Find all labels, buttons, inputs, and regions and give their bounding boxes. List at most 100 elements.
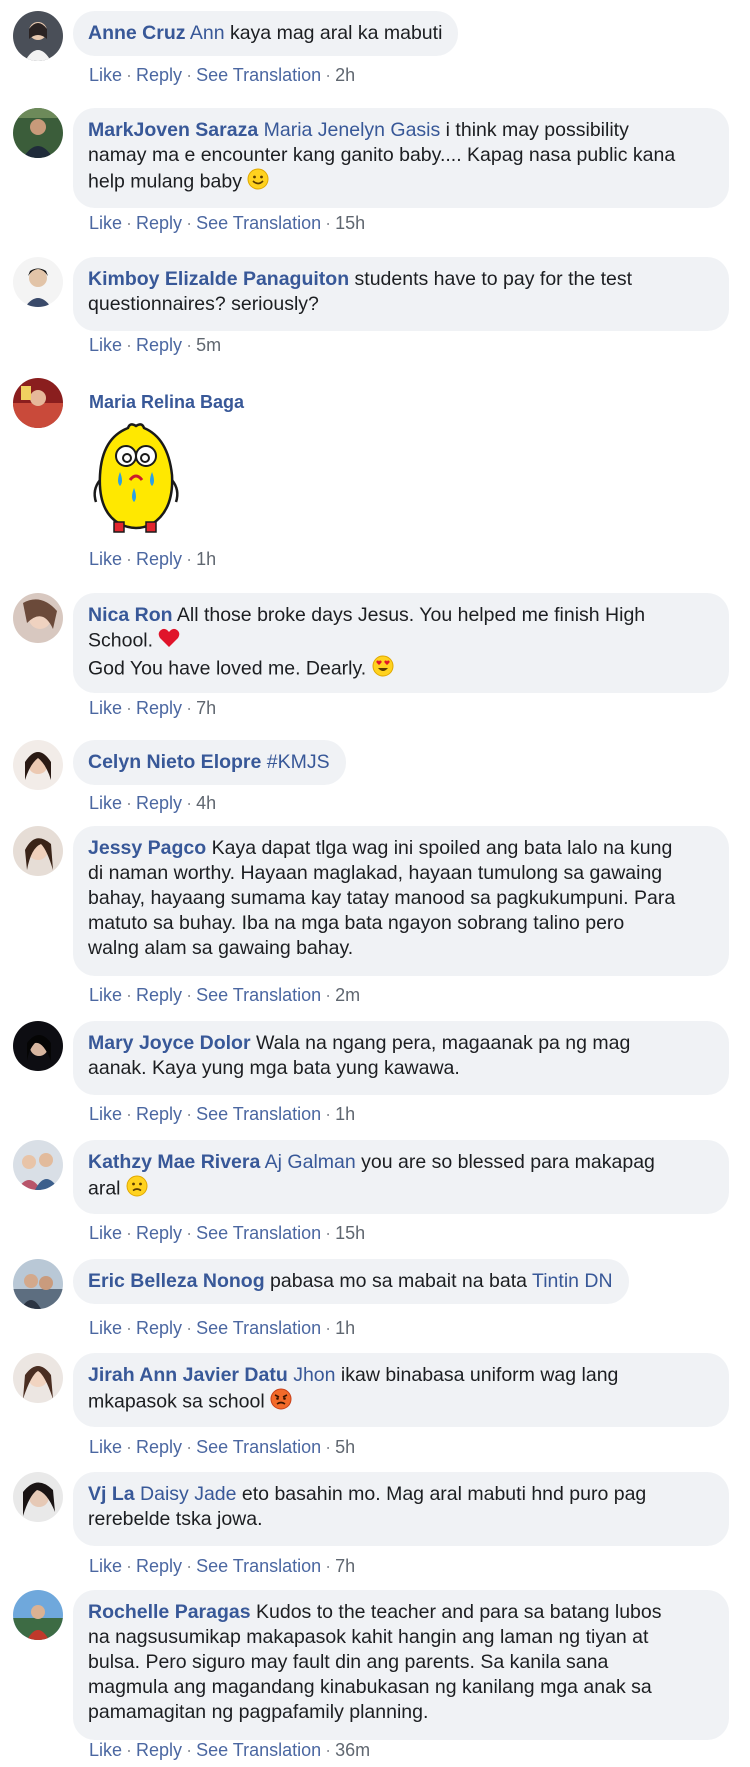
reply-link[interactable]: Reply — [136, 213, 182, 233]
like-link[interactable]: Like — [89, 793, 122, 813]
reply-link[interactable]: Reply — [136, 1223, 182, 1243]
timestamp[interactable]: 1h — [335, 1318, 355, 1338]
comment-mention[interactable]: Daisy Jade — [140, 1483, 236, 1505]
comment-mention[interactable]: Maria Jenelyn Gasis — [264, 119, 441, 141]
comment-author[interactable]: Rochelle Paragas — [88, 1601, 251, 1623]
comment-author[interactable]: Celyn Nieto Elopre — [88, 751, 261, 773]
reply-link[interactable]: Reply — [136, 793, 182, 813]
like-link[interactable]: Like — [89, 1223, 122, 1243]
reply-link[interactable]: Reply — [136, 1437, 182, 1457]
comment-author[interactable]: Jessy Pagco — [88, 837, 206, 859]
comment-actions: Like · Reply · See Translation · 1h — [89, 1104, 356, 1124]
slightly-frowning-emoji-icon — [126, 1175, 148, 1204]
comment-text: pabasa mo sa mabait na bata — [264, 1270, 533, 1292]
comment-text: mkapasok sa school — [88, 1390, 265, 1413]
like-link[interactable]: Like — [89, 985, 122, 1005]
comment-author[interactable]: Eric Belleza Nonog — [88, 1270, 265, 1292]
reply-link[interactable]: Reply — [136, 549, 182, 569]
comment-author[interactable]: Kathzy Mae Rivera — [88, 1151, 260, 1173]
timestamp[interactable]: 2h — [335, 65, 355, 85]
comment-author[interactable]: Vj La — [88, 1483, 135, 1505]
timestamp[interactable]: 36m — [335, 1740, 370, 1760]
see-translation-link[interactable]: See Translation — [196, 1223, 321, 1243]
see-translation-link[interactable]: See Translation — [196, 1437, 321, 1457]
see-translation-link[interactable]: See Translation — [196, 1318, 321, 1338]
see-translation-link[interactable]: See Translation — [196, 1104, 321, 1124]
comment-author[interactable]: Mary Joyce Dolor — [88, 1032, 251, 1054]
comment-author[interactable]: Maria Relina Baga — [89, 392, 244, 413]
like-link[interactable]: Like — [89, 1318, 122, 1338]
timestamp[interactable]: 5m — [196, 335, 221, 355]
comment-bubble: Rochelle Paragas Kudos to the teacher an… — [73, 1590, 729, 1740]
comment-author[interactable]: Anne Cruz — [88, 22, 186, 44]
timestamp[interactable]: 15h — [335, 213, 365, 233]
reply-link[interactable]: Reply — [136, 1740, 182, 1760]
timestamp[interactable]: 7h — [335, 1556, 355, 1576]
avatar[interactable] — [13, 1590, 63, 1640]
avatar[interactable] — [13, 593, 63, 643]
comment-mention[interactable]: Jhon — [293, 1364, 335, 1386]
avatar[interactable] — [13, 257, 63, 307]
like-link[interactable]: Like — [89, 1437, 122, 1457]
reply-link[interactable]: Reply — [136, 698, 182, 718]
comment-mention[interactable]: Aj Galman — [265, 1151, 356, 1173]
comment-actions: Like · Reply · See Translation · 15h — [89, 213, 366, 233]
see-translation-link[interactable]: See Translation — [196, 1740, 321, 1760]
timestamp[interactable]: 1h — [335, 1104, 355, 1124]
comment-mention[interactable]: Tintin DN — [532, 1270, 613, 1292]
comment-bubble: Jessy Pagco Kaya dapat tlga wag ini spoi… — [73, 826, 729, 976]
timestamp[interactable]: 7h — [196, 698, 216, 718]
like-link[interactable]: Like — [89, 1104, 122, 1124]
hashtag-link[interactable]: #KMJS — [267, 751, 330, 773]
timestamp[interactable]: 15h — [335, 1223, 365, 1243]
timestamp[interactable]: 2m — [335, 985, 360, 1005]
reply-link[interactable]: Reply — [136, 1104, 182, 1124]
avatar[interactable] — [13, 108, 63, 158]
reply-link[interactable]: Reply — [136, 1556, 182, 1576]
avatar[interactable] — [13, 826, 63, 876]
reply-link[interactable]: Reply — [136, 335, 182, 355]
timestamp[interactable]: 5h — [335, 1437, 355, 1457]
see-translation-link[interactable]: See Translation — [196, 985, 321, 1005]
comment-author[interactable]: Nica Ron — [88, 604, 173, 626]
timestamp[interactable]: 1h — [196, 549, 216, 569]
avatar[interactable] — [13, 1021, 63, 1071]
comment-bubble: MarkJoven Saraza Maria Jenelyn Gasis i t… — [73, 108, 729, 208]
see-translation-link[interactable]: See Translation — [196, 1556, 321, 1576]
avatar[interactable] — [13, 740, 63, 790]
comment-author[interactable]: Jirah Ann Javier Datu — [88, 1364, 288, 1386]
timestamp[interactable]: 4h — [196, 793, 216, 813]
comment-mention[interactable]: Ann — [190, 22, 225, 44]
comment-actions: Like · Reply · 4h — [89, 793, 217, 813]
avatar[interactable] — [13, 378, 63, 428]
angry-emoji-icon — [270, 1388, 292, 1417]
like-link[interactable]: Like — [89, 698, 122, 718]
like-link[interactable]: Like — [89, 1556, 122, 1576]
like-link[interactable]: Like — [89, 335, 122, 355]
comment-bubble: Vj La Daisy Jade eto basahin mo. Mag ara… — [73, 1472, 729, 1546]
avatar[interactable] — [13, 1353, 63, 1403]
see-translation-link[interactable]: See Translation — [196, 65, 321, 85]
like-link[interactable]: Like — [89, 549, 122, 569]
reply-link[interactable]: Reply — [136, 65, 182, 85]
see-translation-link[interactable]: See Translation — [196, 213, 321, 233]
comment-author[interactable]: MarkJoven Saraza — [88, 119, 258, 141]
like-link[interactable]: Like — [89, 213, 122, 233]
avatar[interactable] — [13, 11, 63, 61]
comment-author[interactable]: Kimboy Elizalde Panaguiton — [88, 268, 349, 290]
like-link[interactable]: Like — [89, 65, 122, 85]
reply-link[interactable]: Reply — [136, 1318, 182, 1338]
comment-actions: Like · Reply · 5m — [89, 335, 222, 355]
comment-text: pamamagitan ng pagpafamily planning. — [88, 1701, 429, 1723]
comment-actions: Like · Reply · See Translation · 1h — [89, 1318, 356, 1338]
crying-lemon-sticker[interactable] — [90, 420, 182, 545]
comment-actions: Like · Reply · See Translation · 2m — [89, 985, 361, 1005]
comment-actions: Like · Reply · 1h — [89, 549, 217, 569]
avatar[interactable] — [13, 1140, 63, 1190]
reply-link[interactable]: Reply — [136, 985, 182, 1005]
avatar[interactable] — [13, 1472, 63, 1522]
comment-bubble: Anne Cruz Ann kaya mag aral ka mabuti — [73, 11, 459, 56]
avatar[interactable] — [13, 1259, 63, 1309]
like-link[interactable]: Like — [89, 1740, 122, 1760]
comment-text: questionnaires? seriously? — [88, 293, 319, 315]
